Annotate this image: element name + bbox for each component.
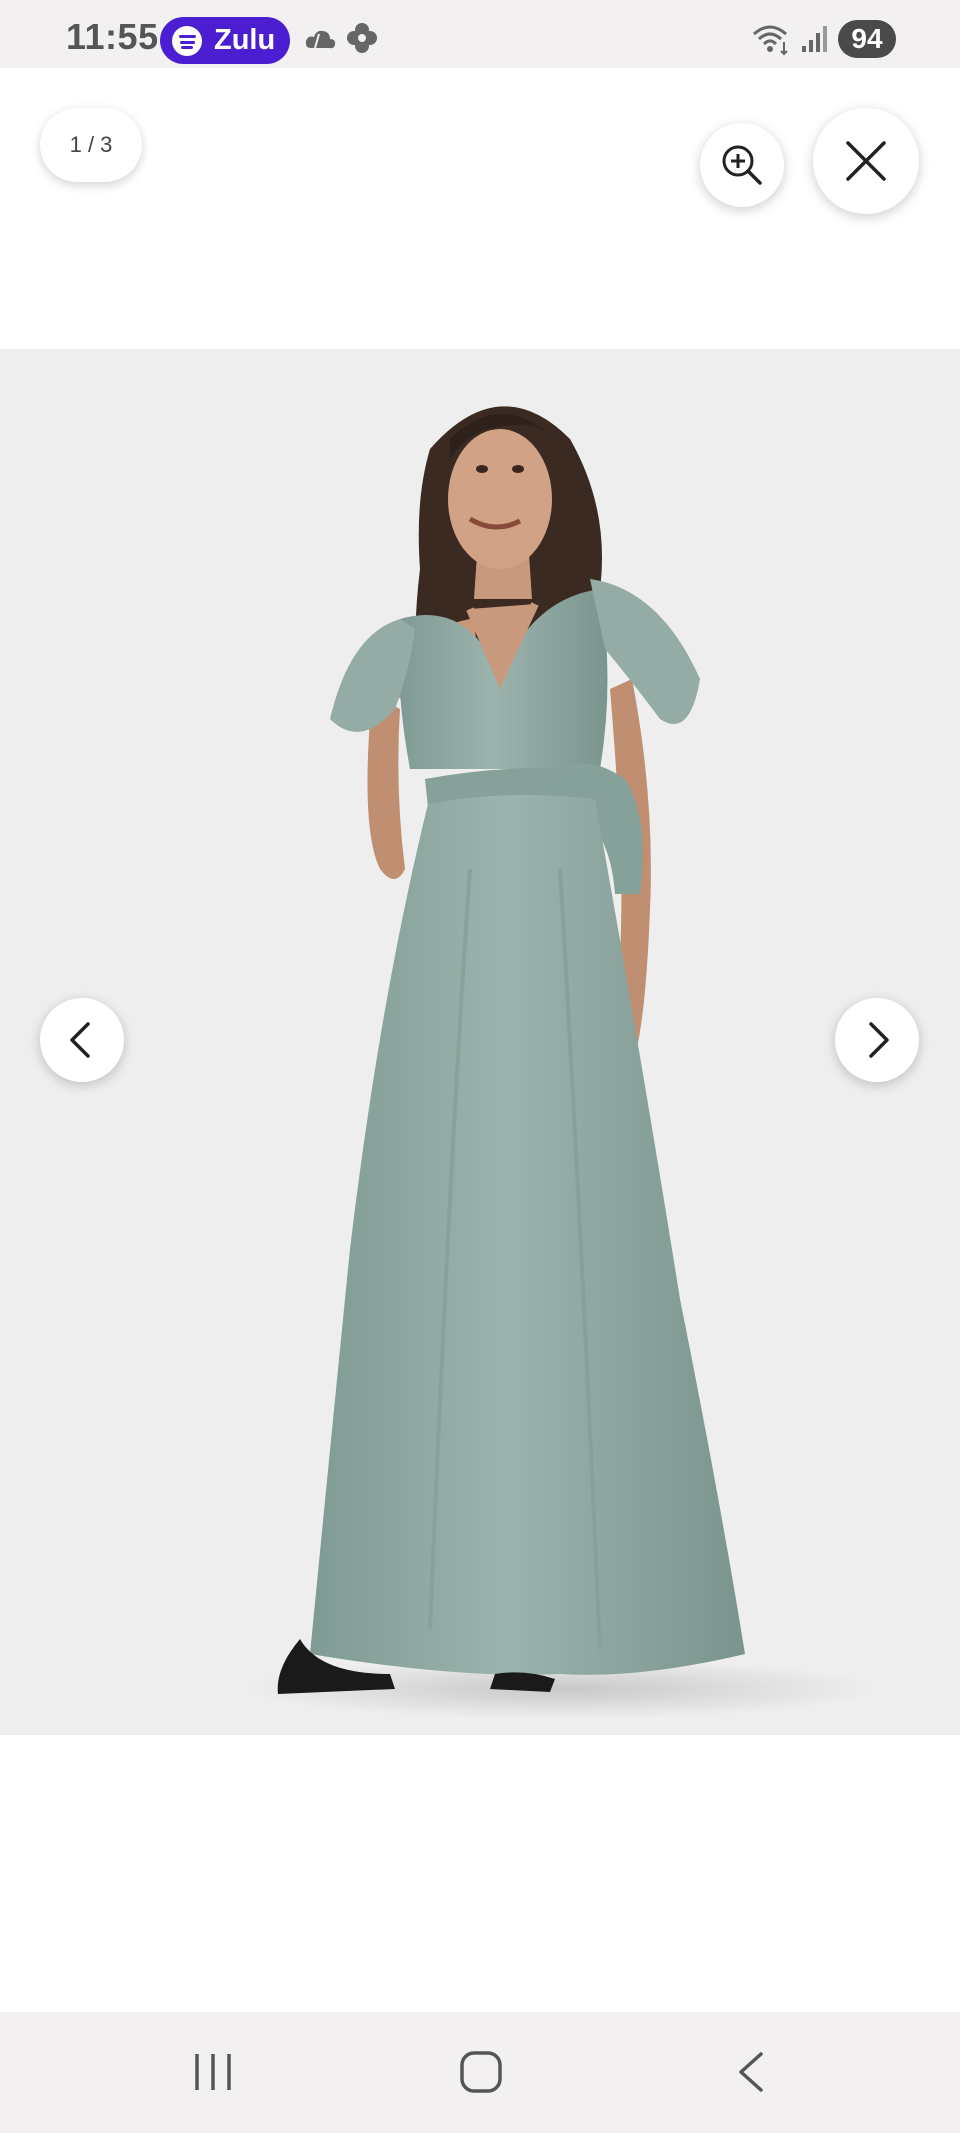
spotify-media-pill[interactable]: Zulu: [160, 17, 290, 64]
system-navigation-bar: [0, 2012, 960, 2133]
screen: 11:55 Zulu 94 1 / 3: [0, 0, 960, 2133]
wifi-icon: [753, 25, 788, 56]
model-in-dress-illustration: [240, 406, 880, 1719]
close-icon: [846, 141, 886, 181]
previous-image-button[interactable]: [40, 998, 124, 1082]
recent-apps-button[interactable]: [173, 2042, 253, 2102]
signal-icon: [802, 26, 827, 52]
recent-apps-icon: [195, 2054, 231, 2090]
home-icon: [460, 2051, 502, 2093]
zoom-in-button[interactable]: [700, 123, 784, 207]
chevron-right-icon: [869, 1022, 889, 1058]
weather-icon: [305, 30, 336, 49]
back-button[interactable]: [711, 2042, 791, 2102]
home-button[interactable]: [441, 2042, 521, 2102]
status-bar: 11:55 Zulu 94: [0, 0, 960, 68]
zoom-in-icon: [722, 145, 762, 185]
media-app-label: Zulu: [214, 24, 276, 56]
spotify-icon: [172, 25, 202, 56]
battery-level: 94: [851, 23, 883, 54]
image-counter: 1 / 3: [40, 108, 142, 182]
image-counter-label: 1 / 3: [69, 132, 113, 157]
close-button[interactable]: [813, 108, 919, 214]
flower-icon: [347, 23, 377, 53]
chevron-left-icon: [70, 1022, 90, 1058]
back-icon: [739, 2052, 763, 2092]
status-time: 11:55: [66, 16, 159, 57]
product-image[interactable]: [0, 349, 960, 1735]
next-image-button[interactable]: [835, 998, 919, 1082]
battery-icon: 94: [838, 20, 896, 58]
